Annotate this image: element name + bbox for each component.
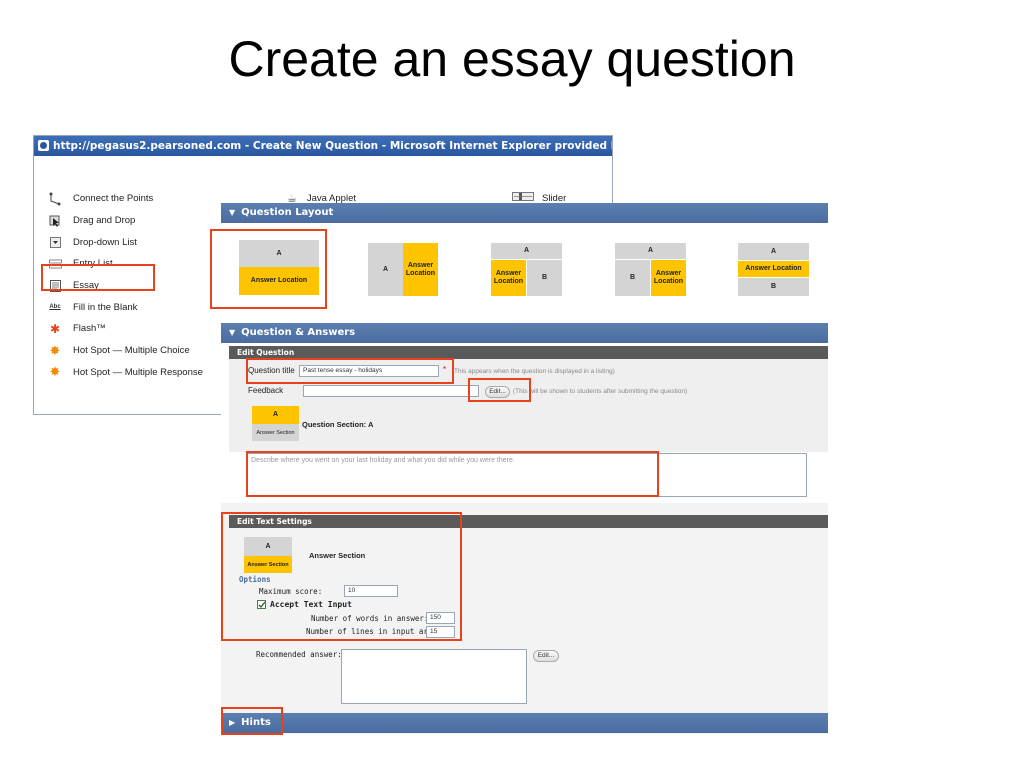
hotspot-icon: ✸: [49, 342, 61, 358]
collapse-triangle-icon: ▼: [229, 208, 236, 217]
settings-a-cell: A: [244, 537, 292, 556]
question-type-label: Hot Spot — Multiple Response: [73, 366, 203, 378]
question-title-label: Question title: [248, 366, 295, 375]
drag-drop-icon: [48, 214, 62, 228]
layout-cell-a: A: [368, 243, 403, 296]
feedback-input[interactable]: [303, 385, 479, 397]
layout-cell-a: A: [738, 243, 809, 260]
question-type-flash[interactable]: ✱ Flash™: [48, 318, 203, 340]
slide-title: Create an essay question: [228, 31, 796, 87]
layout-cell-answer: Answer Location: [651, 260, 686, 296]
collapse-triangle-icon: ▼: [229, 328, 236, 337]
feedback-label: Feedback: [248, 386, 284, 395]
layout-cell-answer: Answer Location: [738, 261, 809, 277]
num-words-label: Number of words in answer:: [311, 614, 429, 623]
question-type-label: Essay: [73, 280, 99, 292]
checkmark-icon: [258, 601, 266, 609]
layout-cell-answer: Answer Location: [239, 267, 319, 295]
layout-option-top-b-answer[interactable]: A B Answer Location: [615, 243, 686, 296]
layout-option-top-bottom[interactable]: A Answer Location: [239, 240, 319, 295]
required-marker: *: [443, 365, 447, 374]
question-type-hotspot-multiple-choice[interactable]: ✸ Hot Spot — Multiple Choice: [48, 340, 203, 362]
connect-points-icon: [48, 192, 62, 206]
question-type-hotspot-multiple-response[interactable]: ✸ Hot Spot — Multiple Response: [48, 362, 203, 384]
flash-icon: ✱: [49, 321, 61, 336]
section-title: Question & Answers: [241, 327, 356, 338]
question-type-label: Flash™: [73, 323, 106, 335]
layout-cell-b: B: [527, 260, 562, 296]
layout-cell-answer: Answer Location: [491, 260, 526, 296]
layout-option-top-answer-b[interactable]: A Answer Location B: [491, 243, 562, 296]
layout-cell-answer: Answer Location: [403, 243, 438, 296]
num-words-input[interactable]: 150: [426, 612, 455, 624]
max-score-input[interactable]: 10: [344, 585, 398, 597]
layout-cell-b: B: [738, 278, 809, 296]
essay-icon: [48, 279, 62, 293]
question-type-label: Connect the Points: [73, 193, 154, 205]
num-lines-label: Number of lines in input area:: [306, 627, 442, 636]
edit-text-settings-bar: Edit Text Settings: [229, 515, 828, 528]
feedback-edit-button[interactable]: Edit...: [485, 386, 510, 398]
entry-list-icon: [48, 257, 62, 271]
question-type-label: Drop-down List: [73, 236, 137, 248]
window-title: http://pegasus2.pearsoned.com - Create N…: [53, 140, 612, 152]
layout-option-stacked[interactable]: A Answer Location B: [738, 243, 809, 296]
question-title-input[interactable]: Past tense essay - holidays: [299, 365, 439, 377]
recommended-answer-label: Recommended answer:: [256, 650, 342, 659]
question-type-label: Fill in the Blank: [73, 301, 138, 313]
accept-text-label: Accept Text Input: [270, 600, 352, 609]
ie-icon: [38, 140, 49, 151]
question-type-fill-blank[interactable]: Abc Fill in the Blank: [48, 296, 203, 318]
edit-question-bar: Edit Question: [229, 346, 828, 359]
section-a-cell: A: [252, 406, 299, 424]
question-editor-panel: ▼ Question Layout A Answer Location A Ans…: [221, 203, 828, 734]
question-type-label: Entry List: [73, 258, 113, 270]
recommended-answer-textarea[interactable]: [341, 649, 527, 704]
question-type-list: Connect the Points Drag and Drop Drop-do…: [48, 188, 203, 383]
browser-titlebar: http://pegasus2.pearsoned.com - Create N…: [34, 136, 612, 156]
hints-header[interactable]: ▶ Hints: [221, 713, 828, 733]
question-type-label: Java Applet: [306, 192, 356, 204]
section-title: Question Layout: [241, 207, 334, 218]
layout-option-left-right[interactable]: A Answer Location: [368, 243, 438, 296]
fill-blank-icon: Abc: [49, 304, 61, 311]
question-section-label: Question Section: A: [302, 420, 374, 429]
options-label: Options: [239, 575, 271, 584]
settings-answer-section-cell: Answer Section: [244, 556, 292, 573]
layout-cell-a: A: [239, 240, 319, 267]
answer-section-cell: Answer Section: [252, 424, 299, 441]
question-type-label: Hot Spot — Multiple Choice: [73, 345, 190, 357]
recommended-edit-button[interactable]: Edit...: [533, 650, 559, 662]
accept-text-checkbox[interactable]: [257, 600, 266, 609]
question-title-hint: This appears when the question is displa…: [454, 368, 615, 375]
feedback-hint: (This will be shown to students after su…: [513, 388, 688, 395]
layout-cell-a: A: [615, 243, 686, 259]
question-type-connect-points[interactable]: Connect the Points: [48, 188, 203, 210]
question-type-entry-list[interactable]: Entry List: [48, 253, 203, 275]
max-score-label: Maximum score:: [259, 587, 323, 596]
question-answers-header[interactable]: ▼ Question & Answers: [221, 323, 828, 343]
question-prompt-textarea[interactable]: Describe where you went on your last hol…: [246, 453, 807, 497]
layout-cell-a: A: [491, 243, 562, 259]
dropdown-list-icon: [48, 235, 62, 249]
settings-answer-section-label: Answer Section: [309, 551, 366, 560]
expand-triangle-icon: ▶: [229, 718, 236, 727]
question-type-essay[interactable]: Essay: [48, 275, 203, 297]
question-type-dropdown-list[interactable]: Drop-down List: [48, 231, 203, 253]
question-layout-header[interactable]: ▼ Question Layout: [221, 203, 828, 223]
question-type-label: Drag and Drop: [73, 215, 136, 227]
num-lines-input[interactable]: 15: [426, 626, 455, 638]
layout-cell-b: B: [615, 260, 650, 296]
hotspot-icon: ✸: [49, 364, 61, 380]
section-title: Hints: [241, 717, 271, 728]
question-type-label: Slider: [542, 192, 567, 204]
question-type-drag-drop[interactable]: Drag and Drop: [48, 210, 203, 232]
